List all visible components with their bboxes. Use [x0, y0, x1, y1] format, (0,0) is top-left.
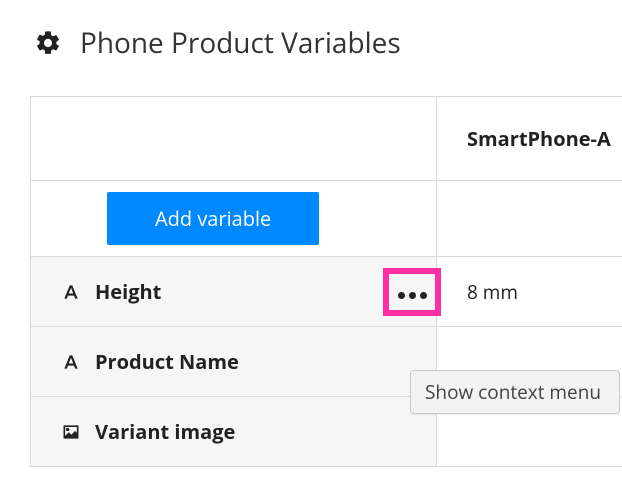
add-variable-row: Add variable [31, 181, 622, 257]
variable-name-cell[interactable]: Variant image [31, 397, 437, 466]
add-variable-value-cell [437, 181, 622, 256]
add-variable-button[interactable]: Add variable [107, 192, 319, 245]
table-column-header: SmartPhone-A [437, 97, 622, 180]
variable-name-cell[interactable]: Product Name [31, 327, 437, 396]
context-menu-tooltip: Show context menu [410, 370, 620, 414]
text-type-icon [61, 352, 81, 372]
row-actions-highlight [383, 268, 441, 316]
more-actions-button[interactable] [396, 278, 429, 305]
table-header-empty [31, 97, 437, 180]
page-header: Phone Product Variables [0, 0, 622, 80]
variable-value-cell[interactable]: 8 mm [437, 257, 622, 326]
table-row: Height 8 mm [31, 257, 622, 327]
image-type-icon [61, 422, 81, 442]
variable-name-label: Variant image [95, 418, 235, 445]
table-header-row: SmartPhone-A [31, 97, 622, 181]
variable-name-label: Product Name [95, 348, 239, 375]
text-type-icon [61, 282, 81, 302]
variable-name-label: Height [95, 278, 161, 305]
variable-name-cell[interactable]: Height [31, 257, 437, 326]
gear-icon [34, 29, 62, 57]
page-title: Phone Product Variables [80, 24, 401, 62]
